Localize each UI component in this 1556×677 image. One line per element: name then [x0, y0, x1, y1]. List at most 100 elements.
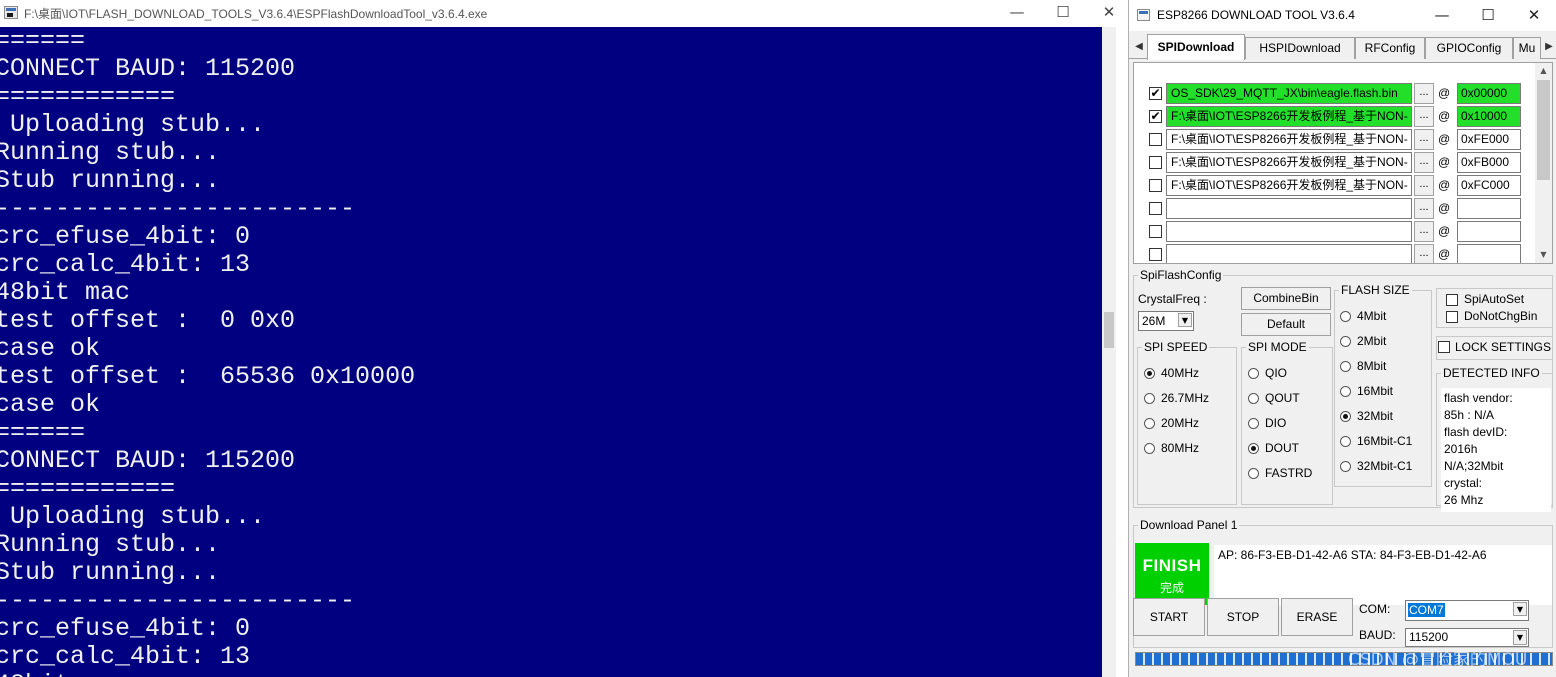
- tool-window: ESP8266 DOWNLOAD TOOL V3.6.4 — ☐ ✕ ◀ SPI…: [1128, 0, 1556, 677]
- stop-button[interactable]: STOP: [1207, 598, 1279, 636]
- default-button[interactable]: Default: [1241, 313, 1331, 336]
- file-address-field[interactable]: 0xFC000: [1457, 175, 1521, 196]
- file-enable-checkbox[interactable]: [1149, 156, 1162, 169]
- browse-button[interactable]: ...: [1414, 129, 1434, 150]
- scroll-up-icon[interactable]: ▲: [1535, 63, 1552, 79]
- spi-mode-option-label: QOUT: [1265, 391, 1300, 405]
- radio-button[interactable]: [1144, 443, 1155, 454]
- file-path-field[interactable]: F:\桌面\IOT\ESP8266开发板例程_基于NON-: [1166, 106, 1412, 127]
- radio-button[interactable]: [1340, 411, 1351, 422]
- erase-button[interactable]: ERASE: [1281, 598, 1353, 636]
- file-path-field[interactable]: F:\桌面\IOT\ESP8266开发板例程_基于NON-: [1166, 129, 1412, 150]
- file-list-scrollbar-thumb[interactable]: [1537, 80, 1550, 180]
- tab-spidownload[interactable]: SPIDownload: [1147, 34, 1245, 60]
- file-address-field[interactable]: 0x10000: [1457, 106, 1521, 127]
- tab-more[interactable]: Mu: [1513, 37, 1541, 59]
- file-path-field[interactable]: F:\桌面\IOT\ESP8266开发板例程_基于NON-: [1166, 175, 1412, 196]
- tool-maximize-icon[interactable]: ☐: [1465, 3, 1511, 29]
- radio-button[interactable]: [1144, 368, 1155, 379]
- file-enable-checkbox[interactable]: [1149, 202, 1162, 215]
- start-button[interactable]: START: [1133, 598, 1205, 636]
- file-enable-checkbox[interactable]: [1149, 225, 1162, 238]
- browse-button[interactable]: ...: [1414, 244, 1434, 263]
- maximize-icon[interactable]: ☐: [1040, 0, 1086, 27]
- browse-button[interactable]: ...: [1414, 221, 1434, 242]
- file-enable-checkbox[interactable]: ✔: [1149, 110, 1162, 123]
- file-path-field[interactable]: F:\桌面\IOT\ESP8266开发板例程_基于NON-: [1166, 152, 1412, 173]
- tool-minimize-icon[interactable]: —: [1419, 3, 1465, 29]
- console-scrollbar[interactable]: [1102, 27, 1116, 677]
- radio-button[interactable]: [1340, 361, 1351, 372]
- tab-scroll-left-icon[interactable]: ◀: [1133, 38, 1145, 56]
- console-line: crc_efuse_4bit: 0: [0, 222, 251, 251]
- file-address-field[interactable]: 0xFE000: [1457, 129, 1521, 150]
- file-enable-checkbox[interactable]: [1149, 248, 1162, 261]
- file-enable-checkbox[interactable]: [1149, 133, 1162, 146]
- file-list-scrollbar[interactable]: ▲ ▼: [1535, 63, 1552, 263]
- download-panel-legend: Download Panel 1: [1140, 518, 1238, 532]
- radio-button[interactable]: [1340, 336, 1351, 347]
- chevron-down-icon[interactable]: ▼: [1513, 630, 1527, 645]
- tab-rfconfig[interactable]: RFConfig: [1355, 37, 1425, 59]
- do-not-chg-bin-checkbox[interactable]: [1446, 311, 1458, 323]
- radio-button[interactable]: [1248, 368, 1259, 379]
- tab-strip: ◀ SPIDownload HSPIDownload RFConfig GPIO…: [1129, 34, 1556, 60]
- browse-button[interactable]: ...: [1414, 83, 1434, 104]
- com-port-value: COM7: [1408, 603, 1445, 617]
- detected-info-line: flash devID:: [1444, 425, 1508, 439]
- spi-flash-config-legend: SpiFlashConfig: [1140, 268, 1222, 282]
- file-address-field[interactable]: [1457, 198, 1521, 219]
- scroll-down-icon[interactable]: ▼: [1535, 247, 1552, 263]
- tool-close-icon[interactable]: ✕: [1511, 3, 1556, 29]
- file-address-field[interactable]: [1457, 244, 1521, 263]
- browse-button[interactable]: ...: [1414, 198, 1434, 219]
- tab-gpioconfig[interactable]: GPIOConfig: [1425, 37, 1513, 59]
- chevron-down-icon[interactable]: ▼: [1513, 602, 1527, 616]
- console-scrollbar-thumb[interactable]: [1104, 312, 1114, 348]
- console-line: 48bit mac: [0, 671, 130, 677]
- file-enable-checkbox[interactable]: ✔: [1149, 87, 1162, 100]
- radio-button[interactable]: [1340, 436, 1351, 447]
- file-address-field[interactable]: [1457, 221, 1521, 242]
- browse-button[interactable]: ...: [1414, 106, 1434, 127]
- spi-mode-option-label: DOUT: [1265, 441, 1299, 455]
- com-port-select[interactable]: COM7 ▼: [1405, 600, 1529, 621]
- console-line: crc_efuse_4bit: 0: [0, 614, 251, 643]
- minimize-icon[interactable]: —: [994, 0, 1040, 27]
- file-enable-checkbox[interactable]: [1149, 179, 1162, 192]
- radio-button[interactable]: [1248, 393, 1259, 404]
- radio-button[interactable]: [1144, 393, 1155, 404]
- at-label: @: [1438, 178, 1451, 192]
- spi-auto-set-checkbox[interactable]: [1446, 294, 1458, 306]
- file-path-field[interactable]: [1166, 198, 1412, 219]
- file-path-field[interactable]: OS_SDK\29_MQTT_JX\bin\eagle.flash.bin: [1166, 83, 1412, 104]
- chevron-down-icon[interactable]: ▼: [1178, 313, 1192, 327]
- combine-bin-button[interactable]: CombineBin: [1241, 287, 1331, 310]
- radio-button[interactable]: [1144, 418, 1155, 429]
- radio-button[interactable]: [1340, 311, 1351, 322]
- radio-button[interactable]: [1248, 443, 1259, 454]
- lock-settings-checkbox[interactable]: [1438, 341, 1450, 353]
- detected-info-group: DETECTED INFO flash vendor: 85h : N/A flas…: [1436, 366, 1553, 512]
- console-output[interactable]: ====== CONNECT BAUD: 115200 ============ U…: [0, 27, 1116, 677]
- spi-auto-set-label: SpiAutoSet: [1464, 292, 1525, 306]
- radio-button[interactable]: [1340, 386, 1351, 397]
- radio-button[interactable]: [1248, 418, 1259, 429]
- browse-button[interactable]: ...: [1414, 175, 1434, 196]
- file-path-field[interactable]: [1166, 221, 1412, 242]
- crystal-freq-select[interactable]: 26M ▼: [1138, 311, 1194, 331]
- close-icon[interactable]: ✕: [1086, 0, 1132, 27]
- at-label: @: [1438, 247, 1451, 261]
- file-address-field[interactable]: 0xFB000: [1457, 152, 1521, 173]
- file-address-field[interactable]: 0x00000: [1457, 83, 1521, 104]
- console-line: ======: [0, 418, 86, 447]
- console-line: Running stub...: [0, 138, 221, 167]
- browse-button[interactable]: ...: [1414, 152, 1434, 173]
- detected-info-legend: DETECTED INFO: [1443, 366, 1540, 380]
- radio-button[interactable]: [1340, 461, 1351, 472]
- console-line: CONNECT BAUD: 115200: [0, 54, 296, 83]
- tab-scroll-right-icon[interactable]: ▶: [1543, 38, 1555, 56]
- file-path-field[interactable]: [1166, 244, 1412, 263]
- tab-hspidownload[interactable]: HSPIDownload: [1245, 37, 1355, 59]
- radio-button[interactable]: [1248, 468, 1259, 479]
